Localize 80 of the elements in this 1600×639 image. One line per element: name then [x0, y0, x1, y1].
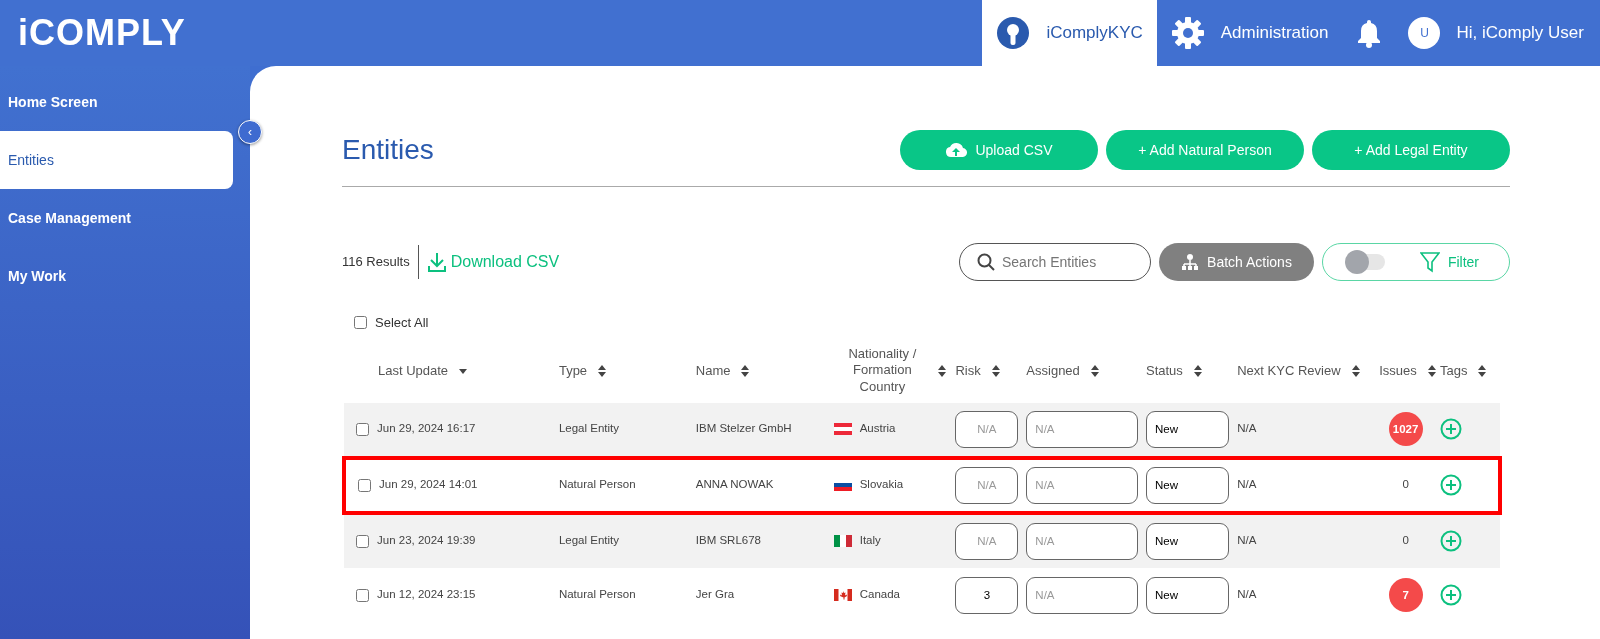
batch-actions-button[interactable]: Batch Actions	[1159, 243, 1314, 281]
issues-count: 7	[1388, 578, 1423, 612]
issues-count: 0	[1402, 478, 1409, 491]
logo: iCOMPLY	[17, 11, 186, 55]
page-title: Entities	[342, 133, 434, 167]
column-header[interactable]: Assigned	[1026, 360, 1080, 381]
assigned-field[interactable]: N/A	[1026, 576, 1138, 614]
assigned-field[interactable]: N/A	[1026, 522, 1138, 560]
collapse-button[interactable]: ‹	[238, 120, 262, 144]
results-count: 116 Results	[342, 245, 419, 279]
country-text: Austria	[859, 421, 896, 437]
flag-icon	[833, 589, 852, 601]
row-checkbox[interactable]	[356, 534, 369, 548]
column-header[interactable]: Status	[1146, 360, 1183, 381]
select-all-label[interactable]: Select All	[375, 313, 429, 333]
type-text: Legal Entity	[554, 402, 692, 458]
hierarchy-icon	[1181, 253, 1200, 271]
keyhole-logo-icon	[996, 16, 1031, 50]
row-checkbox[interactable]	[356, 588, 369, 602]
cloud-upload-icon	[945, 142, 968, 158]
plus-circle-icon	[1440, 418, 1462, 440]
status-field[interactable]: New	[1146, 466, 1230, 504]
date-text: Jun 23, 2024 19:39	[377, 533, 476, 549]
column-header[interactable]: Issues	[1379, 360, 1417, 381]
download-icon	[426, 251, 447, 273]
review-text: N/A	[1233, 567, 1376, 623]
review-text: N/A	[1233, 402, 1376, 458]
assigned-field[interactable]: N/A	[1026, 410, 1138, 448]
bell-icon[interactable]	[1356, 18, 1383, 48]
type-text: Legal Entity	[554, 512, 692, 568]
avatar: U	[1408, 17, 1441, 49]
user-greeting[interactable]: Hi, iComply User	[1456, 20, 1584, 46]
select-all-checkbox[interactable]	[354, 316, 367, 330]
name-text: IBM SRL678	[691, 512, 830, 568]
column-header[interactable]: Last Update	[378, 360, 449, 381]
date-text: Jun 12, 2024 23:15	[377, 587, 476, 603]
column-header[interactable]: Tags	[1440, 360, 1468, 381]
funnel-icon	[1419, 251, 1440, 273]
risk-field[interactable]: N/A	[955, 522, 1019, 560]
column-header[interactable]: Risk	[955, 360, 981, 381]
sidebar-item[interactable]: Home Screen	[0, 73, 233, 131]
column-header[interactable]: Nationality / Formation Country	[837, 346, 928, 395]
type-text: Natural Person	[554, 567, 692, 623]
nav-tab[interactable]: Administration	[1156, 0, 1343, 66]
sidebar-item[interactable]: Entities	[0, 131, 233, 189]
sidebar-item[interactable]: My Work	[0, 247, 233, 305]
country-text: Slovakia	[859, 477, 904, 493]
country-text: Canada	[859, 587, 900, 603]
risk-field[interactable]: N/A	[955, 466, 1019, 504]
search-icon	[977, 253, 995, 271]
status-field[interactable]: New	[1146, 576, 1230, 614]
risk-field[interactable]: 3	[955, 576, 1019, 614]
plus-circle-icon	[1440, 584, 1462, 606]
plus-circle-icon	[1440, 474, 1462, 496]
column-header[interactable]: Name	[695, 360, 731, 381]
issues-count: 1027	[1388, 412, 1423, 446]
column-header[interactable]: Next KYC Review	[1237, 360, 1341, 381]
name-text: IBM Stelzer GmbH	[691, 402, 830, 458]
assigned-field[interactable]: N/A	[1026, 466, 1138, 504]
row-checkbox[interactable]	[358, 478, 371, 492]
risk-field[interactable]: N/A	[955, 410, 1019, 448]
status-field[interactable]: New	[1146, 410, 1230, 448]
flag-icon	[833, 535, 852, 547]
issues-count: 0	[1402, 534, 1409, 547]
flag-icon	[833, 423, 852, 435]
nav-tab[interactable]: iComplyKYC	[982, 0, 1157, 66]
name-text: Jer Gra	[691, 567, 830, 623]
row-checkbox[interactable]	[356, 422, 369, 436]
status-field[interactable]: New	[1146, 522, 1230, 560]
gear-icon	[1170, 16, 1205, 50]
date-text: Jun 29, 2024 16:17	[377, 421, 476, 437]
add-tag-button[interactable]	[1440, 474, 1462, 496]
add-tag-button[interactable]	[1440, 584, 1462, 606]
date-text: Jun 29, 2024 14:01	[379, 477, 478, 493]
search-field[interactable]: Search Entities	[959, 243, 1151, 281]
country-text: Italy	[859, 533, 881, 549]
sidebar-item[interactable]: Case Management	[0, 189, 233, 247]
column-header[interactable]: Type	[558, 360, 588, 381]
plus-circle-icon	[1440, 530, 1462, 552]
review-text: N/A	[1233, 512, 1376, 568]
